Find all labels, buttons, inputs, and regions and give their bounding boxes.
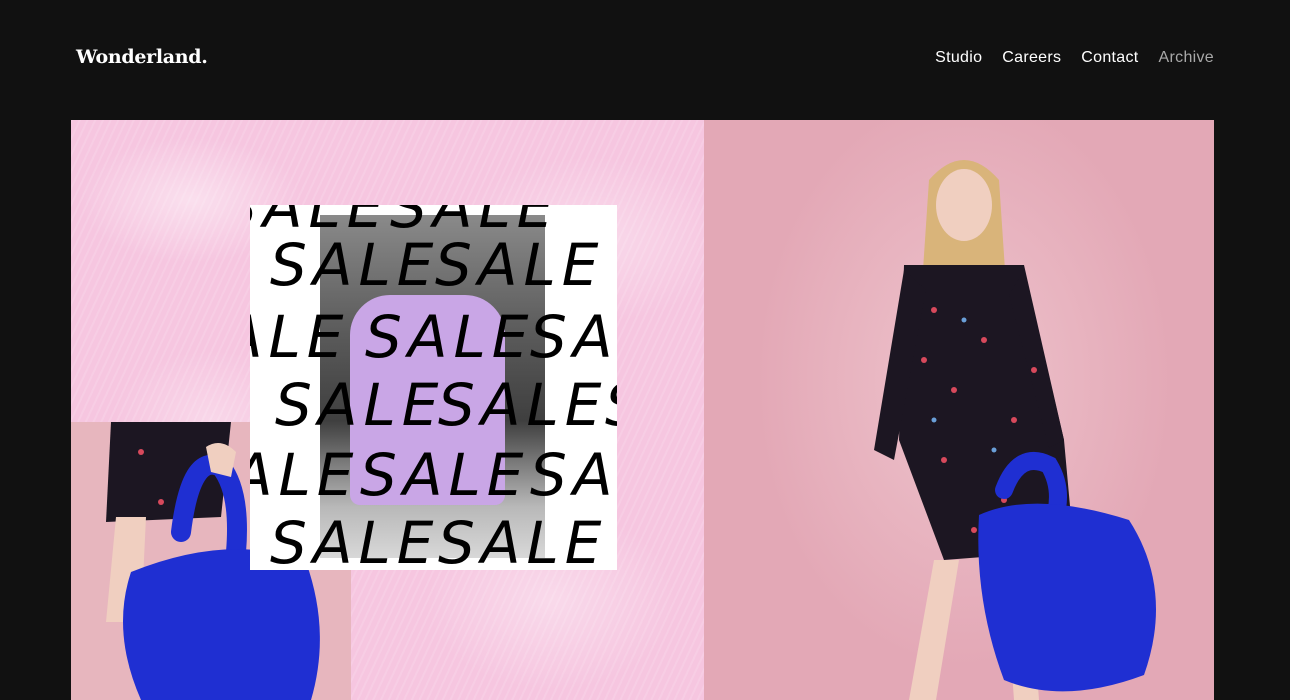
nav-link-archive[interactable]: Archive	[1159, 49, 1214, 67]
model-photo-right	[704, 120, 1214, 700]
sale-row-4c: SALE	[530, 441, 617, 509]
main-nav: Studio Careers Contact Archive	[935, 49, 1214, 67]
nav-link-studio[interactable]: Studio	[935, 49, 982, 67]
site-logo[interactable]: Wonderland.	[76, 46, 208, 68]
sale-row-2a: SALE	[250, 303, 349, 371]
sale-poster[interactable]: SALE SALE SALE SALE SALE SALE SALE SALE …	[250, 205, 617, 570]
sale-row-3a: SALE	[275, 371, 444, 439]
sale-row-4a: SALE	[250, 441, 359, 509]
sale-row-3b: SALE	[438, 371, 607, 439]
sale-row-1b: SALE	[435, 231, 604, 299]
sale-row-5a: SALE	[270, 509, 439, 570]
sale-row-3c: SALE	[605, 371, 617, 439]
sale-row-2b: SALE	[365, 303, 534, 371]
nav-link-contact[interactable]: Contact	[1081, 49, 1138, 67]
sale-row-4b: SALE	[360, 441, 529, 509]
sale-row-5b: SALE	[438, 509, 607, 570]
nav-link-careers[interactable]: Careers	[1002, 49, 1061, 67]
sale-pattern: SALE SALE SALE SALE SALE SALE SALE SALE …	[250, 205, 617, 570]
site-header: Wonderland. Studio Careers Contact Archi…	[0, 0, 1290, 120]
sale-row-2c: SALE	[530, 303, 617, 371]
sale-row-1a: SALE	[270, 231, 439, 299]
hero-collage: SALE SALE SALE SALE SALE SALE SALE SALE …	[71, 120, 1214, 700]
model-illustration	[874, 160, 1156, 700]
